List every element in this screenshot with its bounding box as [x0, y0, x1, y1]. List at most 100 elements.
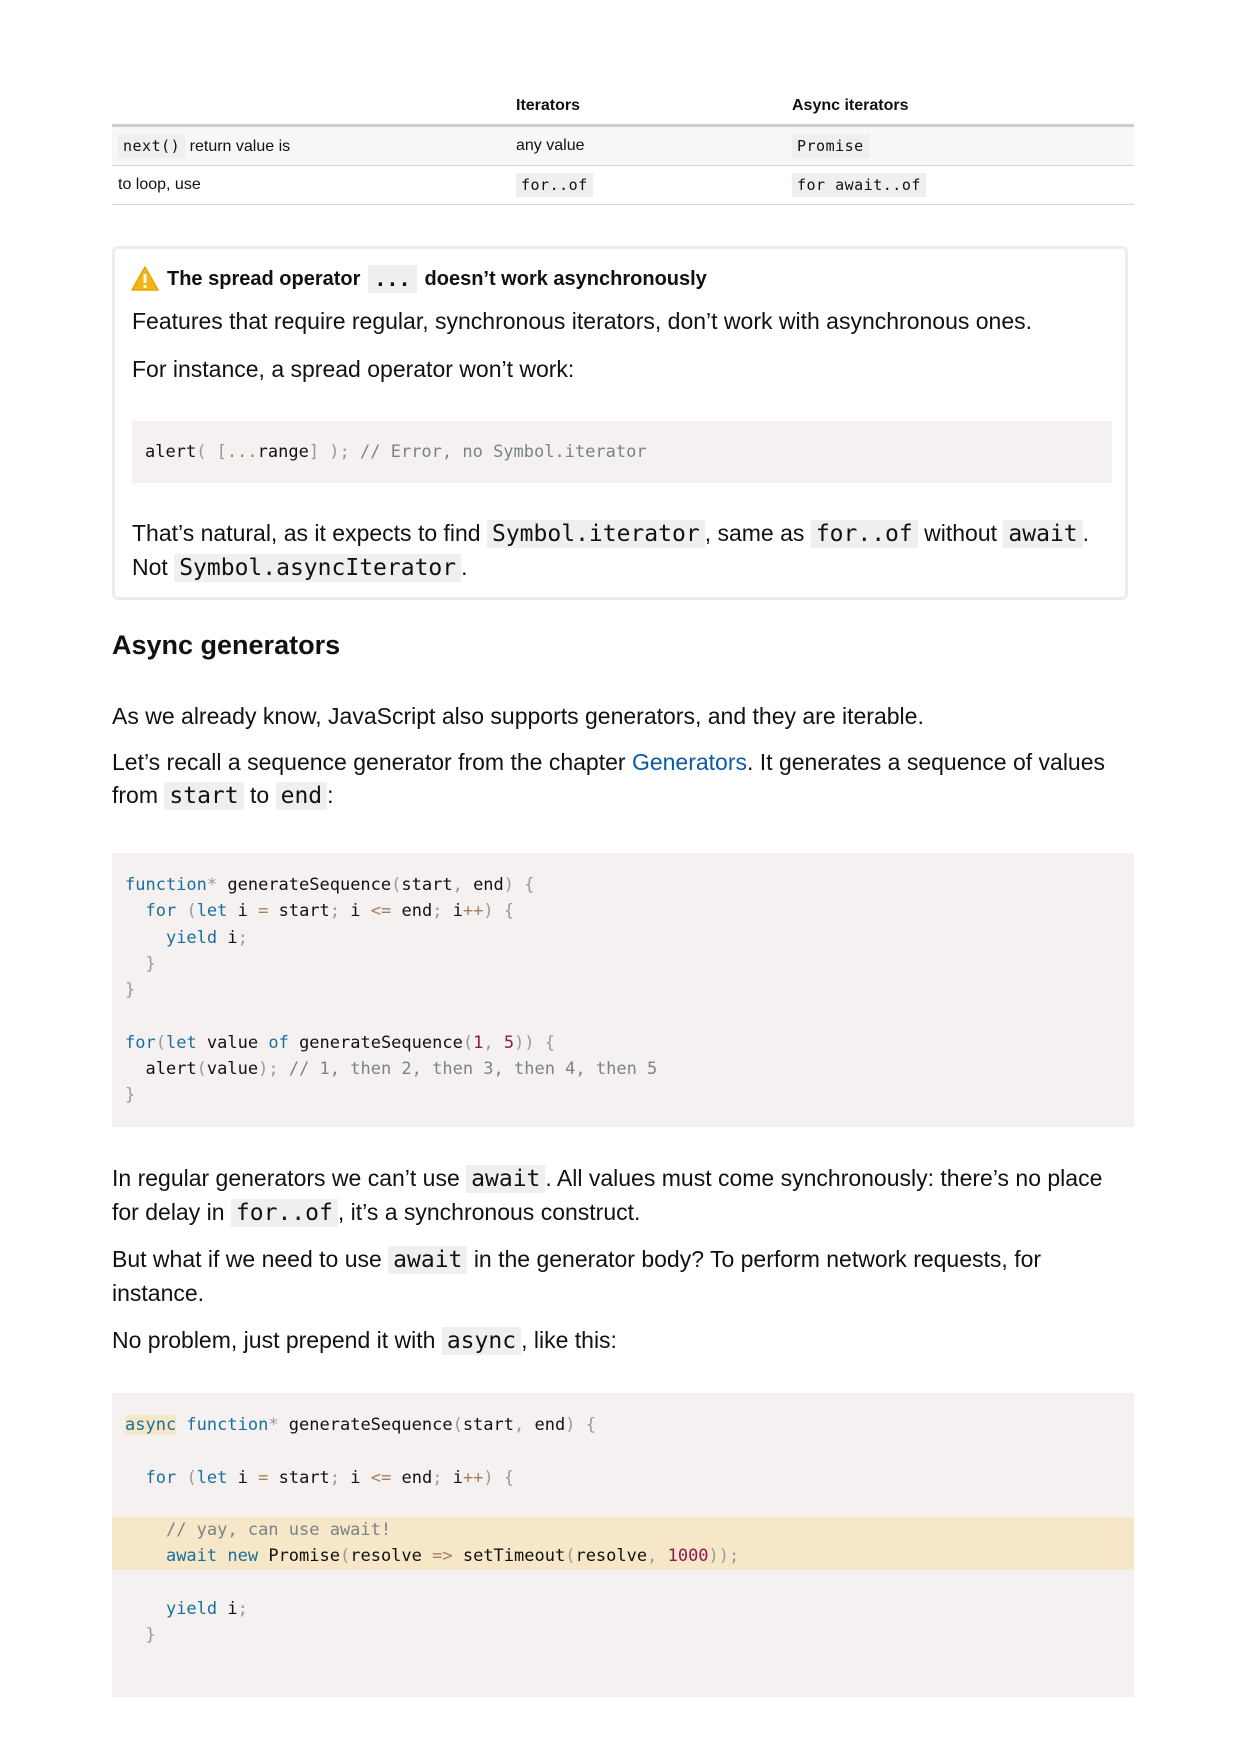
code-token: , — [483, 1032, 494, 1053]
code-token: value — [196, 1032, 269, 1053]
code-line-highlighted: // yay, can use await! — [112, 1517, 1134, 1544]
inline-code: next() — [118, 133, 186, 158]
code-token: generateSequence — [278, 1415, 453, 1435]
code-token: * — [268, 1415, 279, 1435]
code-token: yield — [165, 927, 218, 948]
code-block-async-generator: async function* generateSequence(start, … — [112, 1393, 1134, 1697]
code-token: <= — [370, 1467, 392, 1488]
code-token: ( — [391, 875, 402, 895]
paragraph-recall: Let’s recall a sequence generator from t… — [112, 746, 1134, 813]
code-token: i — [217, 927, 238, 948]
text: , it’s a synchronous construct. — [337, 1199, 641, 1225]
inline-code: async — [441, 1327, 522, 1355]
code-token: = — [258, 901, 269, 922]
code-token: ; — [237, 927, 248, 948]
code-token: ++ — [462, 901, 484, 922]
inline-code: await — [388, 1246, 468, 1274]
table-row: to loop, use for..of for await..of — [112, 165, 1134, 205]
table-cell-iterators: for..of — [510, 165, 786, 205]
warning-title-code: ... — [368, 265, 417, 293]
table-cell-label: to loop, use — [112, 165, 510, 205]
code-token: resolve — [575, 1546, 648, 1567]
code-token: ; — [432, 901, 443, 922]
text: That’s natural, as it expects to find — [132, 520, 481, 546]
code-token: ( — [452, 1415, 463, 1435]
code-comment: // yay, can use await! — [165, 1520, 392, 1541]
code-token: i — [227, 901, 259, 922]
code-token: )); — [708, 1546, 740, 1567]
code-token: => — [432, 1546, 453, 1567]
paragraph-regular-generators: In regular generators we can’t use await… — [112, 1162, 1134, 1230]
code-token: } — [145, 953, 156, 974]
code-line: } — [112, 951, 1134, 977]
code-token: ( — [462, 1032, 474, 1053]
code-line: for(let value of generateSequence(1, 5))… — [112, 1030, 1134, 1056]
text: , like this: — [521, 1327, 617, 1353]
warning-icon — [131, 266, 159, 291]
code-comment: // Error, no Symbol.iterator — [360, 442, 647, 462]
code-token: ++ — [462, 1467, 484, 1488]
table-cell-iterators: any value — [510, 125, 786, 166]
code-token: { — [514, 875, 535, 895]
code-token: ; — [329, 901, 341, 922]
generators-link[interactable]: Generators — [632, 749, 747, 775]
code-token: await — [165, 1546, 218, 1567]
code-token: <= — [370, 901, 392, 922]
code-token: , — [647, 1546, 658, 1567]
text: to — [250, 782, 270, 808]
code-line: } — [112, 1082, 1134, 1108]
code-token: end — [462, 875, 504, 895]
code-token: range — [257, 442, 309, 462]
text: In regular generators we can’t use — [112, 1165, 460, 1191]
code-line: alert(value); // 1, then 2, then 3, then… — [112, 1056, 1134, 1082]
inline-code: await — [1003, 520, 1083, 548]
code-token: start — [401, 875, 453, 895]
code-token: for — [145, 901, 177, 922]
warning-code-block: alert( [...range] ); // Error, no Symbol… — [132, 421, 1112, 483]
code-token: start — [462, 1415, 514, 1435]
warning-paragraph-2: For instance, a spread operator won’t wo… — [132, 356, 575, 382]
code-line-highlighted: await new Promise(resolve => setTimeout(… — [112, 1543, 1134, 1570]
text: . — [461, 554, 468, 580]
code-token: ] ); — [308, 442, 350, 462]
code-token: { — [493, 901, 515, 922]
inline-code: end — [275, 782, 328, 810]
table-cell-label: next() return value is — [112, 125, 510, 166]
code-token: i — [217, 1599, 238, 1620]
code-token: start — [268, 901, 330, 922]
code-line: function* generateSequence(start, end) { — [112, 872, 1134, 898]
text: Let’s recall a sequence generator from t… — [112, 749, 626, 775]
code-token: ) — [503, 875, 515, 895]
code-token: , — [514, 1415, 525, 1435]
code-token: i — [340, 1467, 371, 1488]
code-token: ); — [258, 1059, 279, 1080]
table-cell-async: Promise — [786, 125, 1134, 166]
code-token: end — [524, 1415, 566, 1435]
code-line: yield i; — [112, 925, 1134, 951]
warning-title-text-after: doesn’t work asynchronously — [424, 267, 707, 290]
label-text: return value is — [189, 137, 291, 155]
table-header-iterators: Iterators — [510, 88, 786, 127]
inline-code: for..of — [516, 172, 593, 197]
code-token: { — [575, 1415, 596, 1435]
code-token: ( — [176, 901, 197, 922]
table-header-row: Iterators Async iterators — [112, 88, 1134, 127]
code-token: ) — [483, 1467, 494, 1488]
code-token: ( — [155, 1032, 166, 1053]
code-token: = — [258, 1467, 269, 1488]
code-block-generator: function* generateSequence(start, end) {… — [112, 853, 1134, 1127]
code-token: i — [227, 1467, 259, 1488]
code-token: for — [125, 1032, 156, 1053]
warning-title: The spread operator ... doesn’t work asy… — [131, 265, 707, 293]
section-title: Async generators — [112, 630, 341, 660]
table-header-empty — [112, 88, 510, 127]
code-token: i — [442, 1467, 463, 1488]
code-token: setTimeout — [452, 1546, 566, 1567]
inline-code: await — [466, 1165, 546, 1193]
code-token: Promise — [258, 1546, 340, 1567]
code-token: } — [145, 1625, 156, 1646]
inline-code: Promise — [792, 133, 869, 158]
inline-code: Symbol.iterator — [486, 520, 705, 548]
